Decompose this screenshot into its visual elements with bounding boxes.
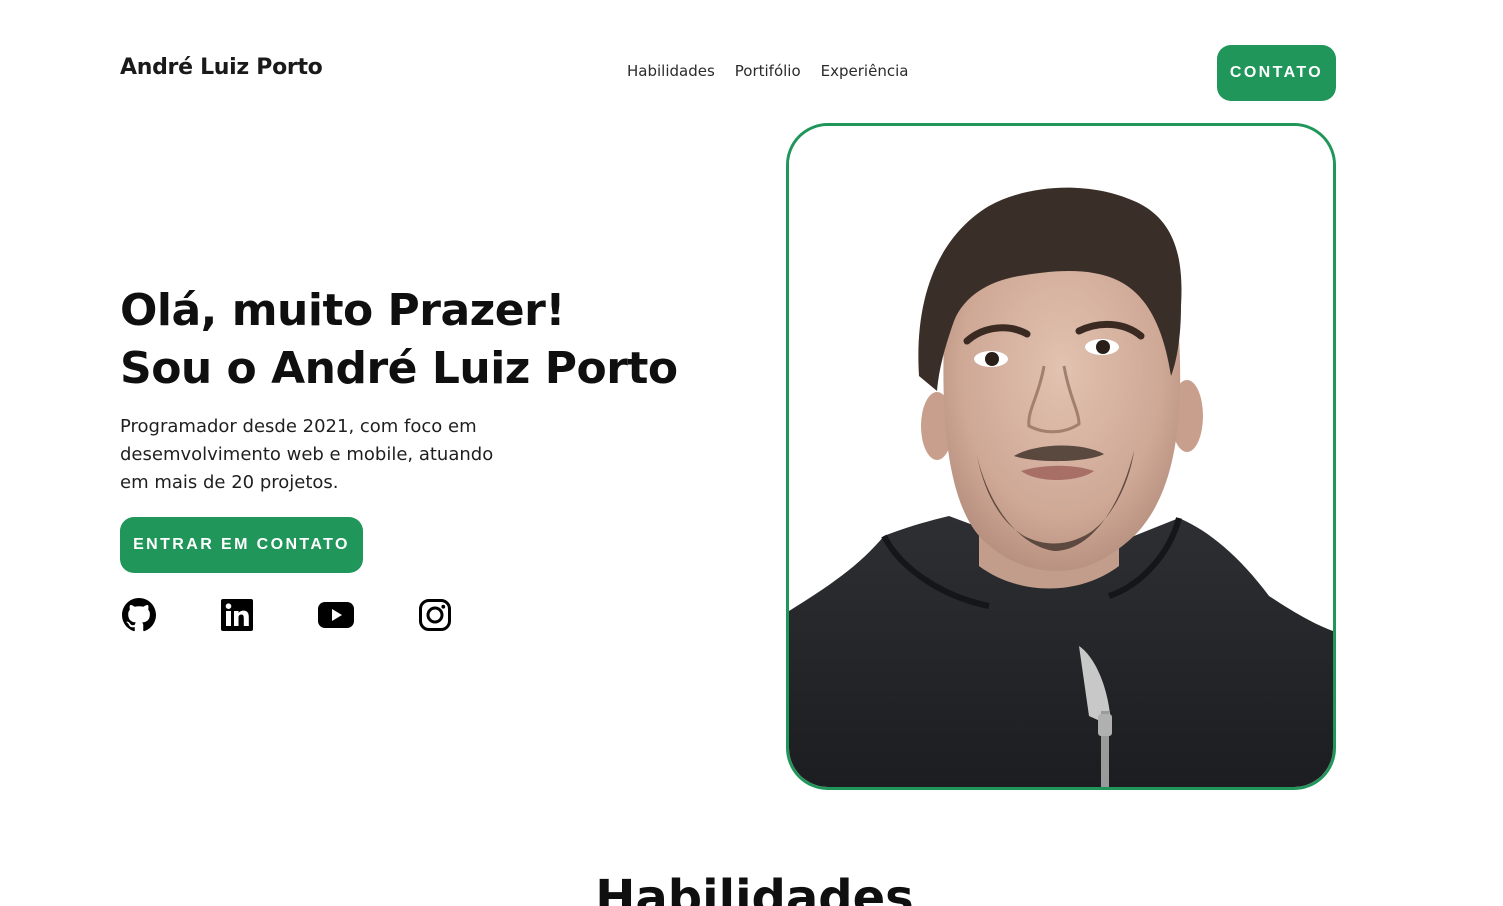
main-nav: Habilidades Portifólio Experiência	[627, 62, 908, 80]
profile-photo	[789, 126, 1333, 787]
youtube-link[interactable]	[317, 596, 355, 634]
github-icon	[122, 598, 156, 632]
page: André Luiz Porto Habilidades Portifólio …	[0, 0, 1503, 906]
github-link[interactable]	[120, 596, 158, 634]
hero-title-line-2: Sou o André Luiz Porto	[120, 343, 678, 394]
hero-title-line-1: Olá, muito Prazer!	[120, 285, 565, 336]
youtube-icon	[318, 602, 354, 628]
nav-item-experiencia[interactable]: Experiência	[821, 62, 909, 80]
linkedin-icon	[221, 599, 253, 631]
hero-description: Programador desde 2021, com foco em dese…	[120, 416, 494, 493]
nav-item-habilidades[interactable]: Habilidades	[627, 62, 715, 80]
skills-section-title: Habilidades	[595, 870, 914, 906]
hero-title: Olá, muito Prazer! Sou o André Luiz Port…	[120, 282, 678, 398]
instagram-icon	[419, 599, 451, 631]
social-links	[120, 596, 460, 636]
linkedin-link[interactable]	[218, 596, 256, 634]
cta-contact-button[interactable]: ENTRAR EM CONTATO	[120, 517, 363, 573]
site-logo[interactable]: André Luiz Porto	[120, 55, 323, 80]
instagram-link[interactable]	[416, 596, 454, 634]
profile-photo-card	[786, 123, 1336, 790]
contact-button[interactable]: CONTATO	[1217, 45, 1336, 101]
nav-item-portifolio[interactable]: Portifólio	[735, 62, 801, 80]
